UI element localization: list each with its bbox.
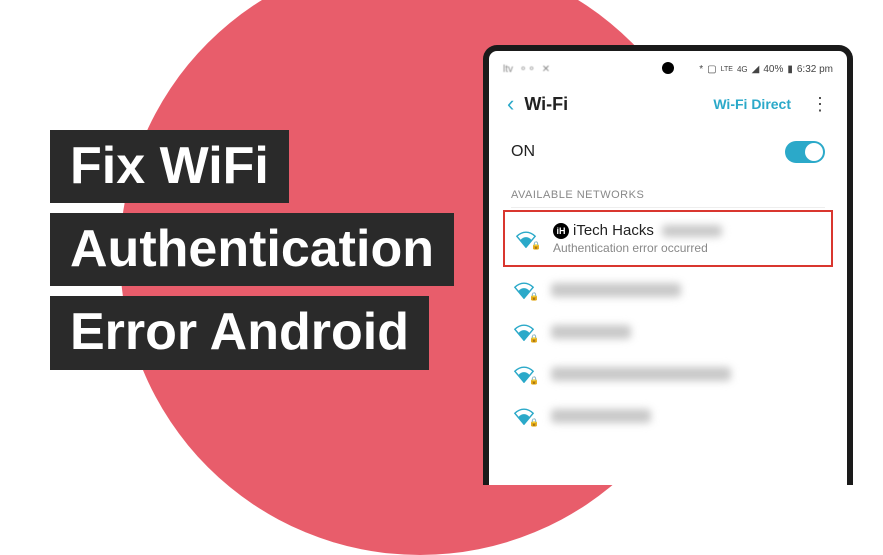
wifi-title: Wi-Fi (524, 94, 703, 115)
status-mini-icon: ⚬⚬ (519, 64, 536, 75)
toggle-knob (805, 143, 823, 161)
status-left: ltv ⚬⚬ ✕ (503, 64, 550, 75)
network-row[interactable]: 🔒 (495, 395, 841, 437)
signal-bars-icon: ◢ (752, 64, 760, 75)
lock-icon: 🔒 (529, 334, 539, 343)
clock-time: 6:32 pm (797, 64, 833, 75)
wifi-toggle-row: ON (495, 127, 841, 177)
bluetooth-icon: * (699, 64, 703, 75)
status-mini-icon: ✕ (542, 64, 550, 75)
network-name: iTech Hacks (573, 222, 654, 239)
divider (511, 207, 825, 208)
blurred-network-name (551, 409, 651, 423)
network-row-highlighted[interactable]: 🔒 iH iTech Hacks Authentication error oc… (503, 210, 833, 267)
back-arrow-icon[interactable]: ‹ (507, 91, 514, 117)
phone-frame: ltv ⚬⚬ ✕ * ▢ LTE 4G ◢ 40% ▮ 6:32 pm ‹ Wi… (483, 45, 853, 485)
title-line-1: Fix WiFi (50, 130, 289, 203)
itech-logo-icon: iH (553, 223, 569, 239)
lte-label: LTE (721, 66, 733, 73)
wifi-direct-link[interactable]: Wi-Fi Direct (713, 96, 791, 112)
blurred-network-name (551, 325, 631, 339)
battery-icon: ▮ (787, 64, 793, 75)
wifi-signal-icon: 🔒 (513, 230, 539, 248)
carrier-text: ltv (503, 64, 513, 75)
signal-4g: 4G (737, 65, 748, 74)
more-menu-icon[interactable]: ⋮ (811, 95, 829, 113)
title-line-2: Authentication (50, 213, 454, 286)
title-block: Fix WiFi Authentication Error Android (50, 130, 454, 380)
lock-icon: 🔒 (529, 418, 539, 427)
wifi-signal-icon: 🔒 (511, 365, 537, 383)
network-row[interactable]: 🔒 (495, 353, 841, 395)
status-bar: ltv ⚬⚬ ✕ * ▢ LTE 4G ◢ 40% ▮ 6:32 pm (495, 57, 841, 81)
wifi-signal-icon: 🔒 (511, 281, 537, 299)
network-error-text: Authentication error occurred (553, 241, 823, 255)
lock-icon: 🔒 (531, 241, 541, 250)
wifi-signal-icon: 🔒 (511, 407, 537, 425)
lock-icon: 🔒 (529, 376, 539, 385)
vibrate-icon: ▢ (707, 64, 716, 75)
title-line-3: Error Android (50, 296, 429, 369)
available-networks-label: AVAILABLE NETWORKS (495, 177, 841, 207)
blurred-network-name (551, 283, 681, 297)
status-right: * ▢ LTE 4G ◢ 40% ▮ 6:32 pm (699, 64, 833, 75)
blurred-text (662, 225, 722, 237)
blurred-network-name (551, 367, 731, 381)
lock-icon: 🔒 (529, 292, 539, 301)
battery-percent: 40% (763, 64, 783, 75)
wifi-header: ‹ Wi-Fi Wi-Fi Direct ⋮ (495, 81, 841, 127)
network-row[interactable]: 🔒 (495, 269, 841, 311)
camera-hole (662, 62, 674, 74)
wifi-signal-icon: 🔒 (511, 323, 537, 341)
wifi-on-label: ON (511, 143, 535, 161)
network-row[interactable]: 🔒 (495, 311, 841, 353)
wifi-toggle[interactable] (785, 141, 825, 163)
